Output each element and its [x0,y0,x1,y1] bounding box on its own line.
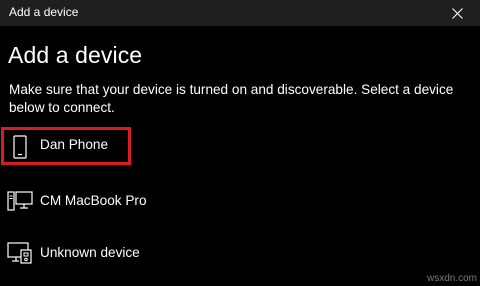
device-item-unknown-device[interactable]: Unknown device [0,228,480,278]
close-button[interactable] [434,0,480,26]
device-item-cm-macbook-pro[interactable]: CM MacBook Pro [0,176,480,226]
title-bar: Add a device [0,0,480,26]
computer-icon [6,176,34,226]
device-name: CM MacBook Pro [40,193,147,208]
display-device-icon [6,228,34,278]
instructions-text: Make sure that your device is turned on … [9,82,454,115]
device-name: Dan Phone [40,137,109,152]
page-heading: Add a device [8,42,143,68]
device-name: Unknown device [40,245,140,260]
device-item-dan-phone[interactable]: Dan Phone [0,122,480,172]
phone-icon [6,122,34,172]
watermark: wsxdn.com [426,273,477,284]
close-icon [451,7,463,19]
window-title: Add a device [9,5,79,19]
